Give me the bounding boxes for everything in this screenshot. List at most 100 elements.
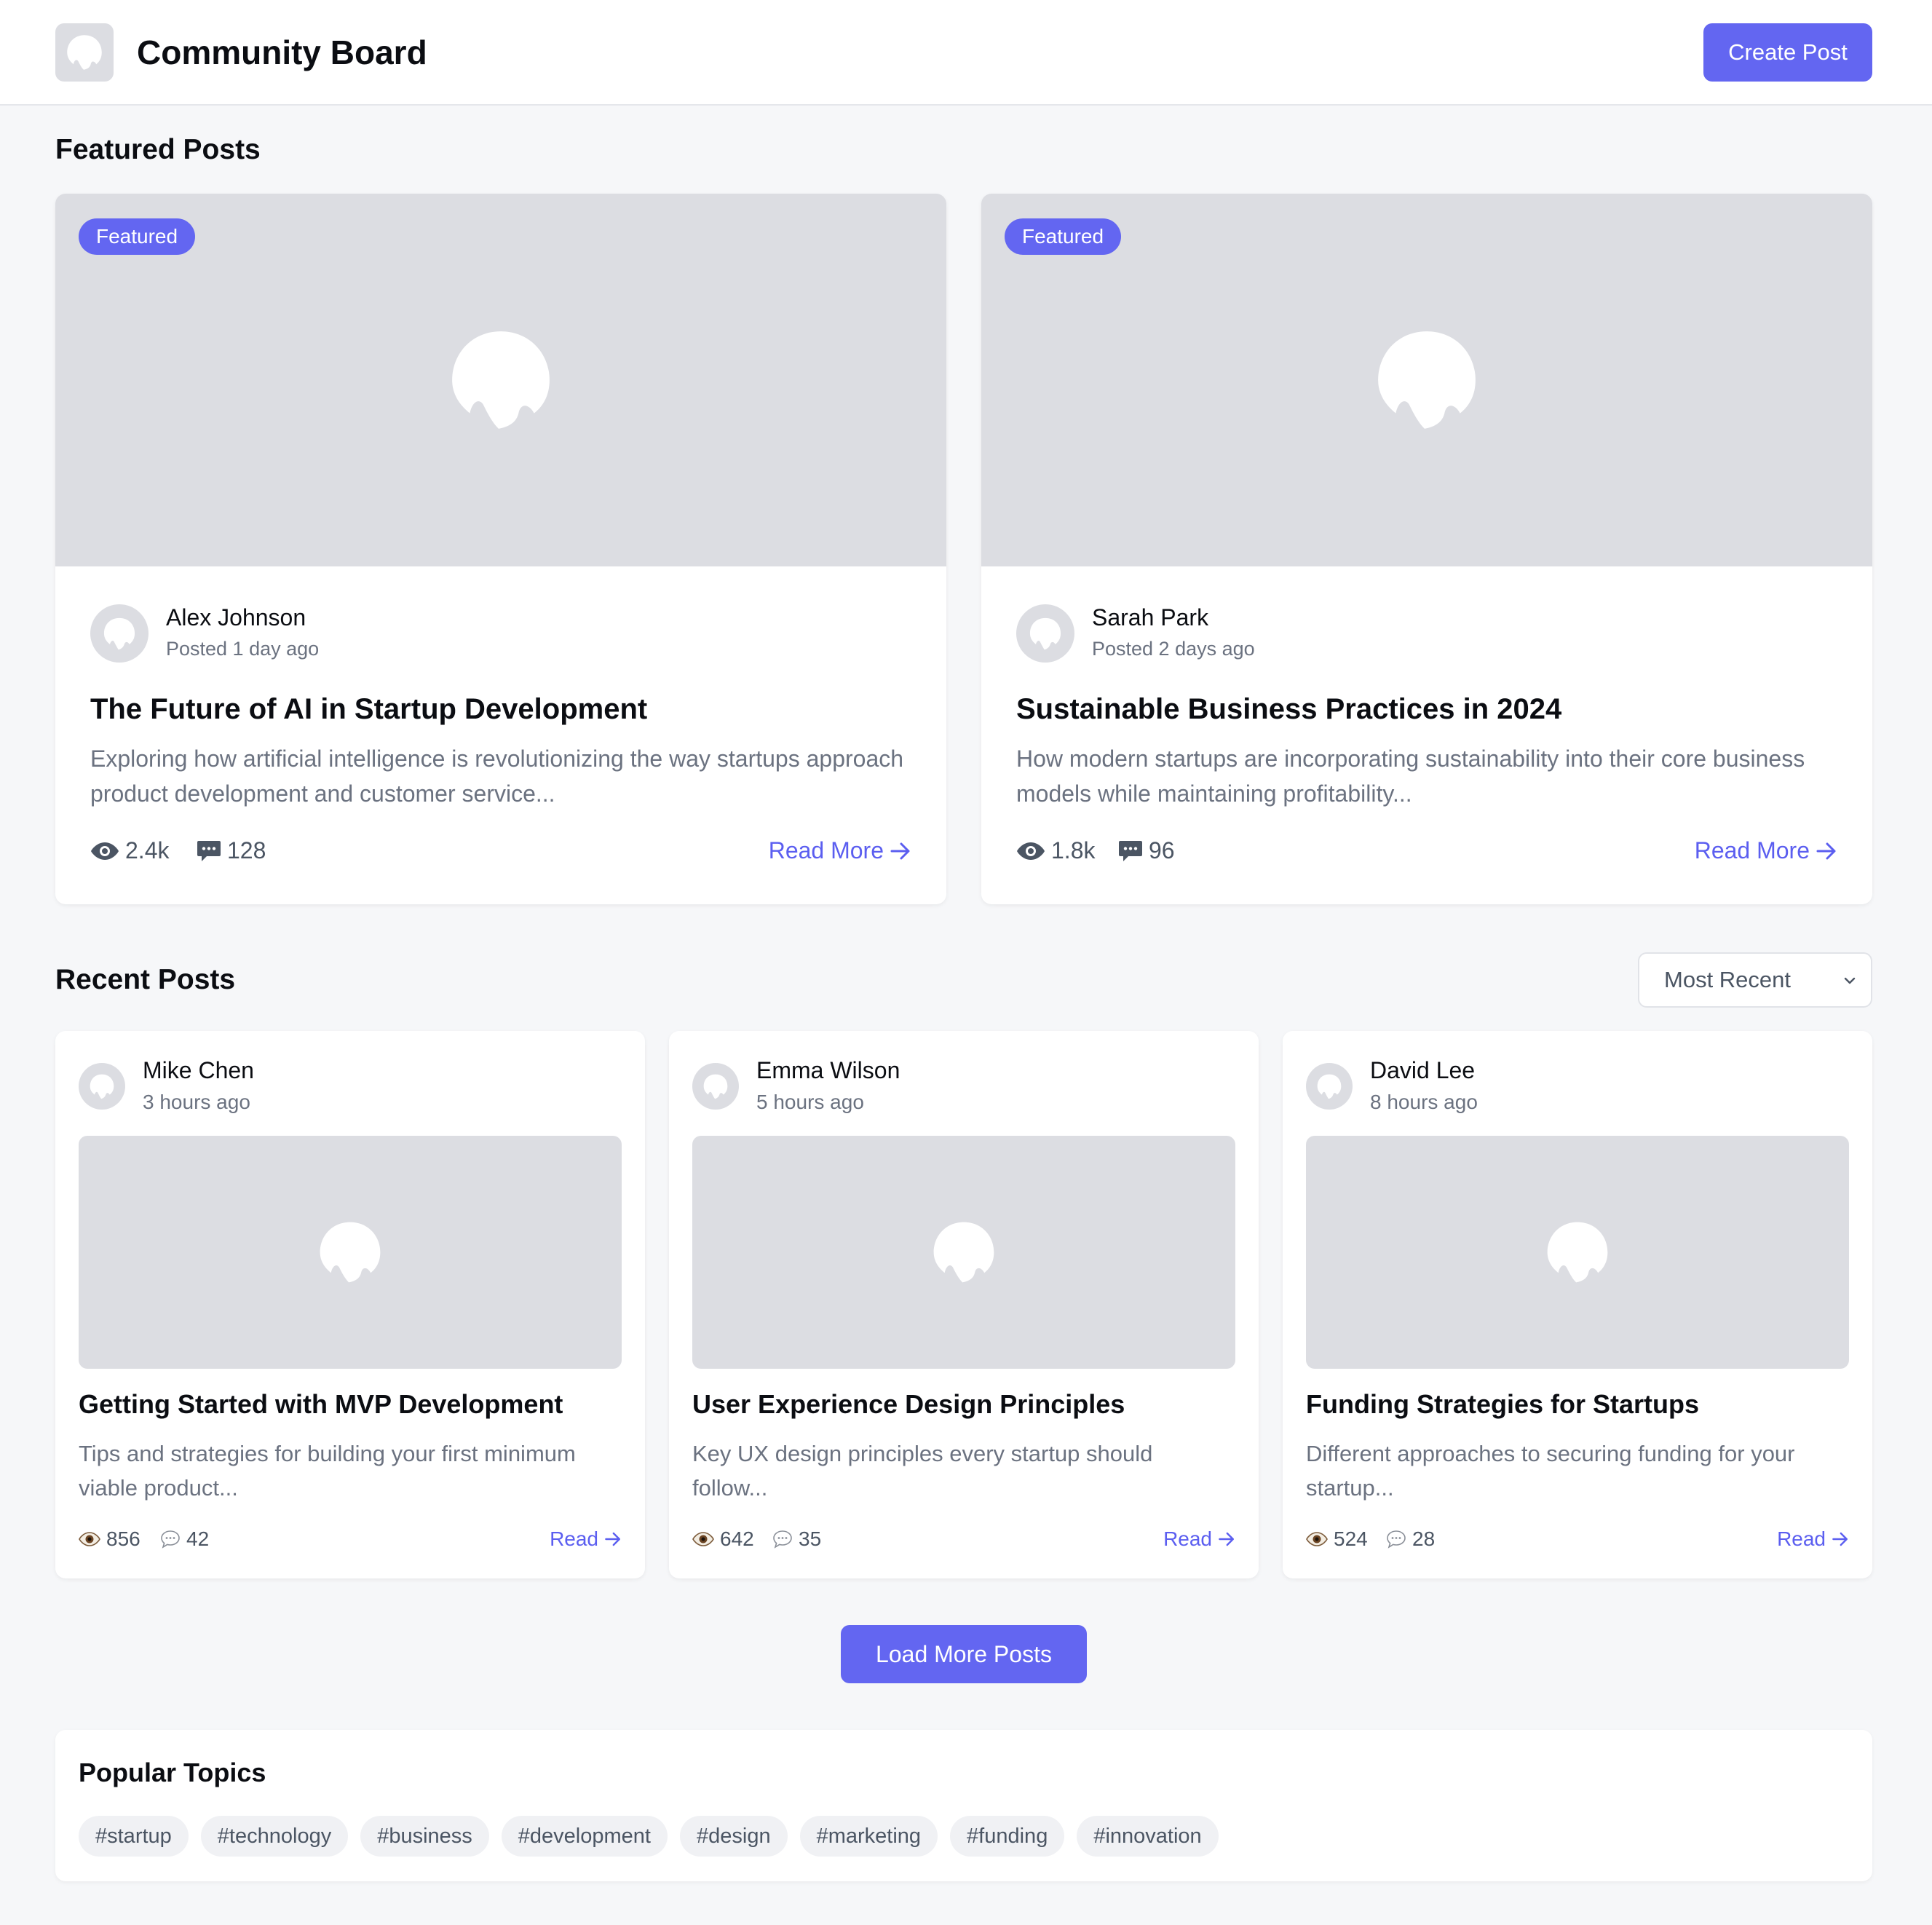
read-link[interactable]: Read [1777,1527,1849,1551]
post-timestamp: Posted 2 days ago [1092,638,1255,660]
avatar [1306,1063,1353,1110]
comments-value: 96 [1149,837,1175,863]
comments-count: 96 [1118,837,1175,864]
comments-count: 128 [197,837,266,864]
post-excerpt: Key UX design principles every startup s… [692,1441,1153,1501]
sort-selected-value: Most Recent [1664,967,1792,992]
topic-tag-funding[interactable]: #funding [950,1816,1065,1857]
read-label: Read [1163,1527,1212,1550]
comments-value: 28 [1412,1527,1436,1550]
image-placeholder-icon [320,1222,381,1283]
eye-emoji-icon [79,1532,100,1546]
recent-heading: Recent Posts [55,964,236,995]
logo [55,23,114,82]
post-excerpt: How modern startups are incorporating su… [1016,746,1805,807]
views-count: 524 [1306,1527,1368,1551]
image-placeholder-icon [1378,331,1476,429]
recent-post-card[interactable]: David Lee 8 hours ago Funding Strategies… [1283,1031,1872,1578]
featured-badge: Featured [1005,218,1122,255]
avatar [90,604,149,663]
read-label: Read [1777,1527,1826,1550]
read-more-label: Read More [1694,837,1810,863]
comments-value: 128 [227,837,266,863]
image-placeholder-icon [1547,1222,1608,1283]
speech-bubble-emoji-icon [773,1530,792,1549]
top-bar: Community Board Create Post [0,0,1932,106]
speech-bubble-icon [1119,840,1142,861]
eye-emoji-icon [1306,1532,1328,1546]
post-timestamp: Posted 1 day ago [166,638,320,660]
views-value: 1.8k [1051,837,1096,863]
post-image [692,1136,1235,1369]
avatar-placeholder-icon [84,1069,119,1104]
avatar [79,1063,125,1110]
author-name[interactable]: Mike Chen [143,1057,254,1084]
comments-count: 42 [160,1527,209,1551]
post-image [1306,1136,1849,1369]
topic-tag-business[interactable]: #business [360,1816,489,1857]
author-name[interactable]: Emma Wilson [756,1057,900,1084]
topic-tag-innovation[interactable]: #innovation [1077,1816,1219,1857]
create-post-button[interactable]: Create Post [1703,23,1872,82]
page: Community Board Create Post Featured Pos… [0,0,1932,1925]
author-name[interactable]: David Lee [1370,1057,1475,1084]
arrow-right-icon [890,842,910,859]
avatar-placeholder-icon [98,612,141,655]
author-name[interactable]: Sarah Park [1092,604,1208,631]
recent-post-card[interactable]: Emma Wilson 5 hours ago User Experience … [669,1031,1259,1578]
comments-value: 42 [186,1527,210,1550]
post-title[interactable]: Funding Strategies for Startups [1306,1389,1699,1420]
popular-topics-card: Popular Topics #startup #technology #bus… [55,1730,1872,1881]
views-value: 856 [106,1527,140,1550]
app-title: Community Board [137,33,427,71]
views-count: 2.4k [90,837,169,864]
post-timestamp: 5 hours ago [756,1091,864,1113]
read-more-link[interactable]: Read More [769,837,911,864]
comments-count: 35 [772,1527,821,1551]
comments-count: 28 [1386,1527,1435,1551]
post-timestamp: 8 hours ago [1370,1091,1478,1113]
read-link[interactable]: Read [1163,1527,1235,1551]
post-excerpt: Different approaches to securing funding… [1306,1441,1795,1501]
post-excerpt: Tips and strategies for building your fi… [79,1441,576,1501]
post-title[interactable]: User Experience Design Principles [692,1389,1125,1420]
speech-bubble-icon [197,840,221,861]
author-name[interactable]: Alex Johnson [166,604,306,631]
avatar-placeholder-icon [1024,612,1067,655]
speech-bubble-emoji-icon [161,1530,180,1549]
featured-heading: Featured Posts [55,134,261,165]
speech-bubble-emoji-icon [1387,1530,1406,1549]
read-link[interactable]: Read [550,1527,622,1551]
views-value: 642 [720,1527,754,1550]
post-image [79,1136,622,1369]
sort-select[interactable]: Most Recent [1638,952,1872,1008]
post-timestamp: 3 hours ago [143,1091,250,1113]
logo-placeholder-icon [67,35,102,70]
recent-post-card[interactable]: Mike Chen 3 hours ago Getting Started wi… [55,1031,645,1578]
views-count: 642 [692,1527,754,1551]
arrow-right-icon [1816,842,1836,859]
arrow-right-icon [1219,1532,1234,1546]
post-title[interactable]: Sustainable Business Practices in 2024 [1016,693,1561,726]
avatar [1016,604,1074,663]
views-value: 2.4k [125,837,170,863]
topic-tag-technology[interactable]: #technology [200,1816,349,1857]
topic-tag-marketing[interactable]: #marketing [799,1816,938,1857]
read-more-label: Read More [768,837,884,863]
load-more-button[interactable]: Load More Posts [841,1625,1087,1683]
image-placeholder-icon [933,1222,994,1283]
post-title[interactable]: The Future of AI in Startup Development [90,693,647,726]
featured-post-card[interactable]: Featured Alex Johnson Posted 1 day ago T… [55,194,946,904]
eye-icon [1017,842,1045,860]
read-more-link[interactable]: Read More [1695,837,1837,864]
featured-post-card[interactable]: Featured Sarah Park Posted 2 days ago Su… [981,194,1872,904]
post-title[interactable]: Getting Started with MVP Development [79,1389,563,1420]
topic-tag-design[interactable]: #design [679,1816,788,1857]
chevron-down-icon [1844,977,1856,984]
featured-badge: Featured [79,218,196,255]
topic-tag-startup[interactable]: #startup [79,1816,189,1857]
avatar [692,1063,739,1110]
topic-tag-development[interactable]: #development [501,1816,668,1857]
post-excerpt: Exploring how artificial intelligence is… [90,746,904,807]
topic-tags: #startup #technology #business #developm… [79,1816,1219,1857]
